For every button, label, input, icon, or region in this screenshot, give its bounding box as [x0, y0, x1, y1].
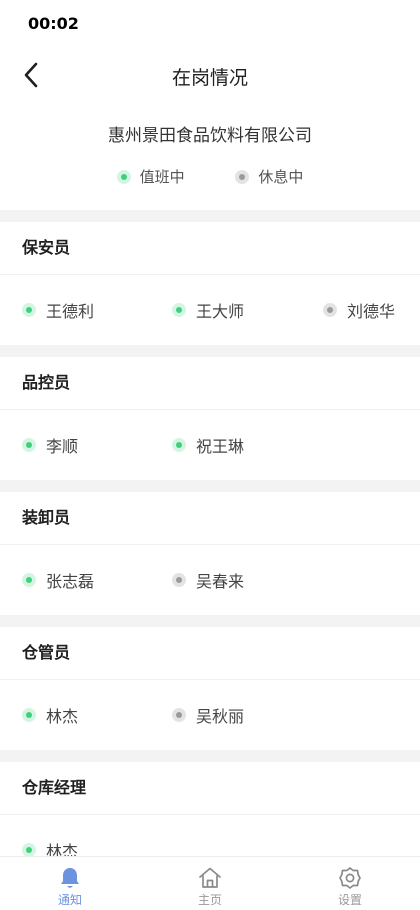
legend-on-duty: 值班中	[116, 166, 185, 187]
section-divider	[0, 480, 420, 492]
resting-dot-icon	[172, 708, 186, 722]
member-row: 林杰 吴秋丽	[0, 680, 420, 750]
member-item[interactable]: 林杰	[22, 815, 78, 856]
member-item[interactable]: 刘德华	[323, 275, 395, 345]
bell-icon	[61, 868, 79, 888]
tab-label: 主页	[197, 893, 222, 907]
tab-label: 通知	[57, 893, 82, 907]
group-section: 仓管员 林杰 吴秋丽	[0, 627, 420, 750]
member-item[interactable]: 张志磊	[22, 545, 94, 615]
group-title: 保安员	[0, 222, 420, 275]
group-title: 仓管员	[0, 627, 420, 680]
member-name: 林杰	[46, 707, 79, 726]
member-name: 王大师	[196, 302, 245, 321]
group-section: 仓库经理 林杰	[0, 762, 420, 856]
member-row: 张志磊 吴春来	[0, 545, 420, 615]
member-item[interactable]: 王大师	[172, 275, 244, 345]
member-name: 吴秋丽	[196, 707, 245, 726]
member-name: 李顺	[46, 437, 79, 456]
group-title: 品控员	[0, 357, 420, 410]
tab-settings[interactable]: 设置	[280, 857, 420, 910]
duty-list[interactable]: 保安员 王德利 王大师 刘德华 品控员 李顺 祝王琳 装卸员 张志磊 吴春来 仓…	[0, 210, 420, 856]
legend-on-duty-label: 值班中	[139, 168, 185, 186]
tab-notifications[interactable]: 通知	[0, 857, 140, 910]
member-name: 林杰	[46, 842, 79, 856]
member-name: 张志磊	[46, 572, 95, 591]
group-section: 保安员 王德利 王大师 刘德华	[0, 222, 420, 345]
status-time: 00:02	[28, 14, 79, 33]
member-item[interactable]: 林杰	[22, 680, 78, 750]
tab-label: 设置	[337, 893, 362, 907]
on-duty-dot-icon	[22, 708, 36, 722]
company-name: 惠州景田食品饮料有限公司	[108, 126, 312, 146]
member-item[interactable]: 吴秋丽	[172, 680, 244, 750]
legend-resting: 休息中	[235, 166, 303, 187]
resting-dot-icon	[172, 573, 186, 587]
member-item[interactable]: 李顺	[22, 410, 78, 480]
member-item[interactable]: 王德利	[22, 275, 94, 345]
group-title: 装卸员	[0, 492, 420, 545]
status-legend: 值班中 休息中	[0, 166, 420, 192]
group-section: 品控员 李顺 祝王琳	[0, 357, 420, 480]
member-row: 王德利 王大师 刘德华	[0, 275, 420, 345]
gear-icon	[339, 867, 361, 889]
legend-resting-label: 休息中	[258, 168, 304, 186]
on-duty-dot-icon	[22, 573, 36, 587]
home-icon	[199, 867, 221, 888]
section-divider	[0, 345, 420, 357]
on-duty-dot-icon	[172, 303, 186, 317]
section-divider	[0, 750, 420, 762]
member-row: 李顺 祝王琳	[0, 410, 420, 480]
status-bar: 00:02	[0, 0, 420, 48]
on-duty-dot-icon	[22, 438, 36, 452]
member-name: 祝王琳	[196, 437, 245, 456]
member-name: 刘德华	[347, 302, 396, 321]
on-duty-dot-icon	[22, 843, 36, 856]
resting-dot-icon	[235, 169, 250, 184]
on-duty-dot-icon	[172, 438, 186, 452]
page-title: 在岗情况	[171, 67, 248, 89]
member-item[interactable]: 吴春来	[172, 545, 244, 615]
section-divider	[0, 615, 420, 627]
member-row: 林杰	[0, 815, 420, 856]
member-item[interactable]: 祝王琳	[172, 410, 244, 480]
group-title: 仓库经理	[0, 762, 420, 815]
on-duty-dot-icon	[22, 303, 36, 317]
member-name: 王德利	[46, 302, 95, 321]
resting-dot-icon	[323, 303, 337, 317]
section-divider	[0, 210, 420, 222]
group-section: 装卸员 张志磊 吴春来	[0, 492, 420, 615]
member-name: 吴春来	[196, 572, 245, 591]
tab-home[interactable]: 主页	[140, 857, 280, 910]
bottom-tab-bar: 通知 主页 设置	[0, 856, 420, 910]
on-duty-dot-icon	[116, 169, 131, 184]
nav-bar: 在岗情况	[0, 48, 420, 102]
